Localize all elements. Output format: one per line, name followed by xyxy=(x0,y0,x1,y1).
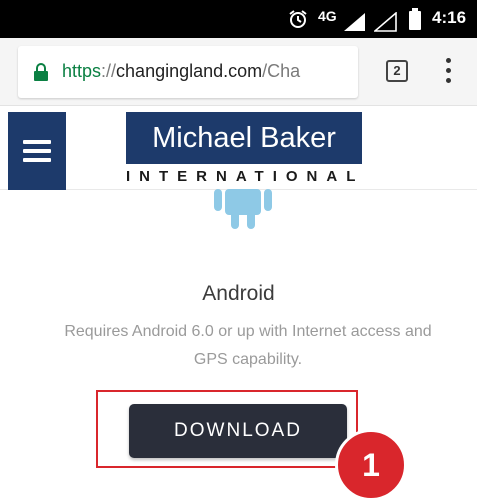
download-button[interactable]: DOWNLOAD xyxy=(129,404,347,458)
step-badge: 1 xyxy=(335,429,407,498)
alarm-icon xyxy=(289,10,307,28)
site-header: Michael Baker INTERNATIONAL xyxy=(0,106,477,190)
logo-subtitle: INTERNATIONAL xyxy=(126,168,365,185)
url-path: /Cha xyxy=(262,61,301,81)
network-type: 4G xyxy=(318,8,337,24)
platform-heading: Android xyxy=(202,282,275,305)
overflow-menu-icon[interactable] xyxy=(444,58,452,86)
platform-description: Requires Android 6.0 or up with Internet… xyxy=(64,323,432,368)
browser-toolbar: https://changingland.com/Cha 2 xyxy=(0,38,477,106)
android-icon xyxy=(214,189,272,229)
address-bar[interactable]: https://changingland.com/Cha xyxy=(18,46,358,98)
logo[interactable]: Michael Baker xyxy=(126,112,362,164)
status-bar: 4G 4:16 xyxy=(0,0,477,38)
url-host: changingland.com xyxy=(116,61,263,81)
status-time: 4:16 xyxy=(432,8,467,27)
tabs-icon[interactable]: 2 xyxy=(386,60,408,82)
signal-icon xyxy=(344,13,365,31)
url-scheme: https xyxy=(62,61,102,81)
battery-icon xyxy=(409,8,421,30)
url-text: https://changingland.com/Cha xyxy=(62,61,352,82)
signal-empty-icon xyxy=(374,12,397,32)
url-separator: :// xyxy=(101,61,117,81)
hamburger-menu-icon[interactable] xyxy=(8,112,66,190)
lock-icon xyxy=(34,63,48,81)
